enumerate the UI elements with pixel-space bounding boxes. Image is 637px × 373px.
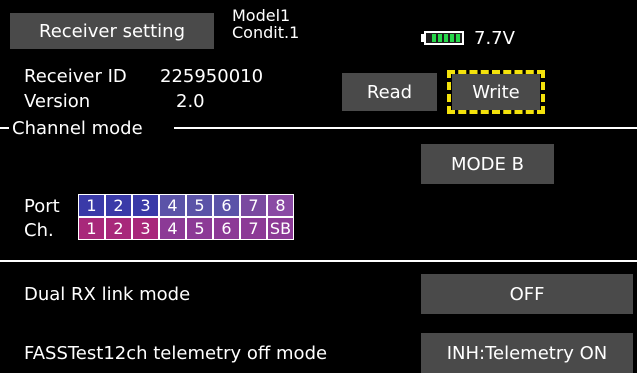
channel-cell: 3	[132, 217, 159, 240]
version-value: 2.0	[176, 91, 205, 112]
condition-name: Condit.1	[232, 23, 300, 42]
port-label: Port	[24, 196, 60, 217]
port-cell: 6	[213, 194, 240, 217]
model-name: Model1	[232, 6, 291, 25]
channel-cell: 5	[186, 217, 213, 240]
port-cell: 1	[78, 194, 105, 217]
port-cell: 4	[159, 194, 186, 217]
port-row: 1 2 3 4 5 6 7 8	[78, 194, 294, 217]
channel-cell: SB	[267, 217, 294, 240]
dual-rx-button[interactable]: OFF	[421, 274, 633, 314]
port-cell: 2	[105, 194, 132, 217]
divider	[0, 260, 637, 262]
telemetry-label: FASSTest12ch telemetry off mode	[24, 343, 328, 364]
channel-row: 1 2 3 4 5 6 7 SB	[78, 217, 294, 240]
port-cell: 5	[186, 194, 213, 217]
legend-line-left	[0, 127, 9, 129]
channel-cell: 4	[159, 217, 186, 240]
write-highlight-frame	[447, 70, 545, 114]
channel-cell: 6	[213, 217, 240, 240]
port-cell: 7	[240, 194, 267, 217]
model-info: Model1 Condit.1	[232, 7, 299, 41]
mode-button[interactable]: MODE B	[421, 144, 554, 184]
port-cell: 3	[132, 194, 159, 217]
channel-cell: 7	[240, 217, 267, 240]
legend-line-right	[174, 127, 637, 129]
receiver-id-value: 225950010	[160, 66, 264, 87]
screen-title: Receiver setting	[10, 13, 214, 49]
port-cell: 8	[267, 194, 294, 217]
battery-icon	[424, 31, 464, 45]
receiver-id-label: Receiver ID	[24, 66, 127, 87]
dual-rx-label: Dual RX link mode	[24, 284, 191, 305]
battery-voltage: 7.7V	[474, 28, 515, 49]
read-button[interactable]: Read	[342, 73, 437, 111]
version-label: Version	[24, 91, 91, 112]
channel-cell: 2	[105, 217, 132, 240]
ch-label: Ch.	[24, 220, 54, 241]
channel-mode-legend: Channel mode	[12, 118, 143, 139]
channel-cell: 1	[78, 217, 105, 240]
telemetry-button[interactable]: INH:Telemetry ON	[421, 333, 633, 373]
